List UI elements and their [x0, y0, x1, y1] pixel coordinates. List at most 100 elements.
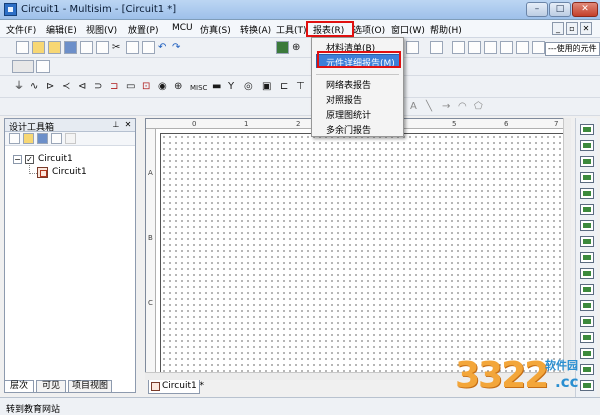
new-icon[interactable]	[16, 41, 29, 54]
title-bar: Circuit1 - Multisim - [Circuit1 *] – □ ✕	[0, 0, 600, 20]
place-polygon-icon[interactable]: ⬠	[474, 101, 483, 113]
tree-visibility-checkbox[interactable]: ✓	[25, 155, 34, 164]
menu-place[interactable]: 放置(P)	[128, 23, 158, 36]
cmos-icon[interactable]: ⊐	[110, 81, 118, 93]
word-generator-icon[interactable]	[580, 236, 594, 247]
place-arrow-icon[interactable]: →	[442, 101, 450, 113]
menu-item-schematic-statistics[interactable]: 原理图统计	[326, 108, 371, 121]
toggle-toolbox-icon[interactable]	[12, 60, 34, 73]
zoom-area-icon[interactable]	[406, 41, 419, 54]
electrical-rules-icon[interactable]	[500, 41, 513, 54]
frequency-counter-icon[interactable]	[580, 220, 594, 231]
wattmeter-icon[interactable]	[580, 156, 594, 167]
bus-icon[interactable]: ⊤	[296, 81, 305, 93]
print-preview-icon[interactable]	[96, 41, 109, 54]
print-icon[interactable]	[80, 41, 93, 54]
distortion-analyzer-icon[interactable]	[580, 300, 594, 311]
open-icon[interactable]	[32, 41, 45, 54]
save-icon[interactable]	[64, 41, 77, 54]
network-analyzer-icon[interactable]	[580, 332, 594, 343]
in-use-list-dropdown[interactable]: ---使用的元件	[545, 42, 600, 56]
spreadsheet-icon[interactable]	[468, 41, 481, 54]
spectrum-analyzer-icon[interactable]	[580, 316, 594, 327]
four-channel-oscilloscope-icon[interactable]	[580, 188, 594, 199]
menu-edit[interactable]: 编辑(E)	[46, 23, 77, 36]
function-generator-icon[interactable]	[580, 140, 594, 151]
analog-icon[interactable]: ⊲	[78, 81, 86, 93]
tree-collapse-icon[interactable]: −	[13, 155, 22, 164]
menu-window[interactable]: 窗口(W)	[391, 23, 425, 36]
maximize-button[interactable]: □	[549, 2, 571, 17]
electromechanical-icon[interactable]: ◎	[244, 81, 253, 93]
iv-analyzer-icon[interactable]	[580, 284, 594, 295]
place-line-icon[interactable]: ╲	[426, 101, 432, 113]
indicator-icon[interactable]: ◉	[158, 81, 167, 93]
open-sample-icon[interactable]	[48, 41, 61, 54]
toolbox-pin-icon[interactable]: ⊥	[111, 120, 121, 130]
menu-file[interactable]: 文件(F)	[6, 23, 36, 36]
bode-plotter-icon[interactable]	[580, 204, 594, 215]
mixed-icon[interactable]: ⊡	[142, 81, 150, 93]
toggle-spreadsheet-icon[interactable]	[36, 60, 50, 73]
cut-icon[interactable]: ✂	[112, 42, 120, 54]
copy-icon[interactable]	[126, 41, 139, 54]
child-minimize-button[interactable]: _	[552, 22, 564, 35]
minimize-button[interactable]: –	[526, 2, 548, 17]
multimeter-icon[interactable]	[580, 124, 594, 135]
tree-root-item[interactable]: Circuit1	[38, 154, 73, 164]
diode-icon[interactable]: ⊳	[46, 81, 54, 93]
mcu-icon[interactable]: ▣	[262, 81, 271, 93]
misc-icon[interactable]: MISC	[190, 82, 207, 94]
power-icon[interactable]: ⊕	[174, 81, 182, 93]
tree-child-item[interactable]: Circuit1	[52, 167, 87, 177]
delete-design-icon[interactable]	[65, 133, 76, 144]
menu-item-cross-reference-report[interactable]: 对照报告	[326, 93, 362, 106]
close-design-icon[interactable]	[51, 133, 62, 144]
tab-visibility[interactable]: 可见	[36, 380, 66, 393]
vertical-scrollbar[interactable]	[563, 118, 571, 380]
hierarchical-block-icon[interactable]: ⊏	[280, 81, 288, 93]
menu-mcu[interactable]: MCU	[172, 23, 193, 33]
ttl-icon[interactable]: ⊃	[94, 81, 102, 93]
rf-icon[interactable]: Y	[228, 81, 234, 93]
paste-icon[interactable]	[142, 41, 155, 54]
menu-tools[interactable]: 工具(T)	[276, 23, 307, 36]
undo-icon[interactable]: ↶	[158, 42, 166, 54]
database-icon[interactable]	[484, 41, 497, 54]
menu-help[interactable]: 帮助(H)	[430, 23, 462, 36]
transistor-icon[interactable]: ≺	[62, 81, 70, 93]
place-text-icon[interactable]: A	[410, 101, 417, 113]
save-design-icon[interactable]	[37, 133, 48, 144]
menu-item-netlist-report[interactable]: 网络表报告	[326, 78, 371, 91]
logic-analyzer-icon[interactable]	[580, 252, 594, 263]
tab-project-view[interactable]: 项目视图	[68, 380, 112, 393]
menu-view[interactable]: 视图(V)	[86, 23, 117, 36]
advanced-peripherals-icon[interactable]: ▬	[212, 81, 221, 93]
menu-simulate[interactable]: 仿真(S)	[200, 23, 231, 36]
back-annotate-icon[interactable]	[532, 41, 545, 54]
logic-converter-icon[interactable]	[580, 268, 594, 279]
menu-item-spare-gates-report[interactable]: 多余门报告	[326, 123, 371, 136]
misc-digital-icon[interactable]: ▭	[126, 81, 135, 93]
grapher-icon[interactable]	[430, 41, 443, 54]
source-icon[interactable]: ⏚	[14, 81, 24, 93]
toolbox-close-icon[interactable]: ✕	[123, 120, 133, 130]
transfer-icon[interactable]	[516, 41, 529, 54]
menu-transfer[interactable]: 转换(A)	[240, 23, 271, 36]
tab-hierarchy[interactable]: 层次	[4, 380, 34, 393]
menu-options[interactable]: 选项(O)	[353, 23, 385, 36]
close-button[interactable]: ✕	[572, 2, 598, 17]
open-design-icon[interactable]	[23, 133, 34, 144]
new-design-icon[interactable]	[9, 133, 20, 144]
child-close-button[interactable]: ✕	[580, 22, 592, 35]
schematic-grid[interactable]	[160, 133, 569, 379]
place-arc-icon[interactable]: ◠	[458, 101, 467, 113]
zoom-in-icon[interactable]: ⊕	[292, 42, 300, 54]
basic-icon[interactable]: ∿	[30, 81, 38, 93]
redo-icon[interactable]: ↷	[172, 42, 180, 54]
postprocessor-icon[interactable]	[452, 41, 465, 54]
tab-circuit1[interactable]: Circuit1 *	[148, 380, 204, 394]
child-restore-button[interactable]: ▫	[566, 22, 578, 35]
fullscreen-icon[interactable]	[276, 41, 289, 54]
oscilloscope-icon[interactable]	[580, 172, 594, 183]
